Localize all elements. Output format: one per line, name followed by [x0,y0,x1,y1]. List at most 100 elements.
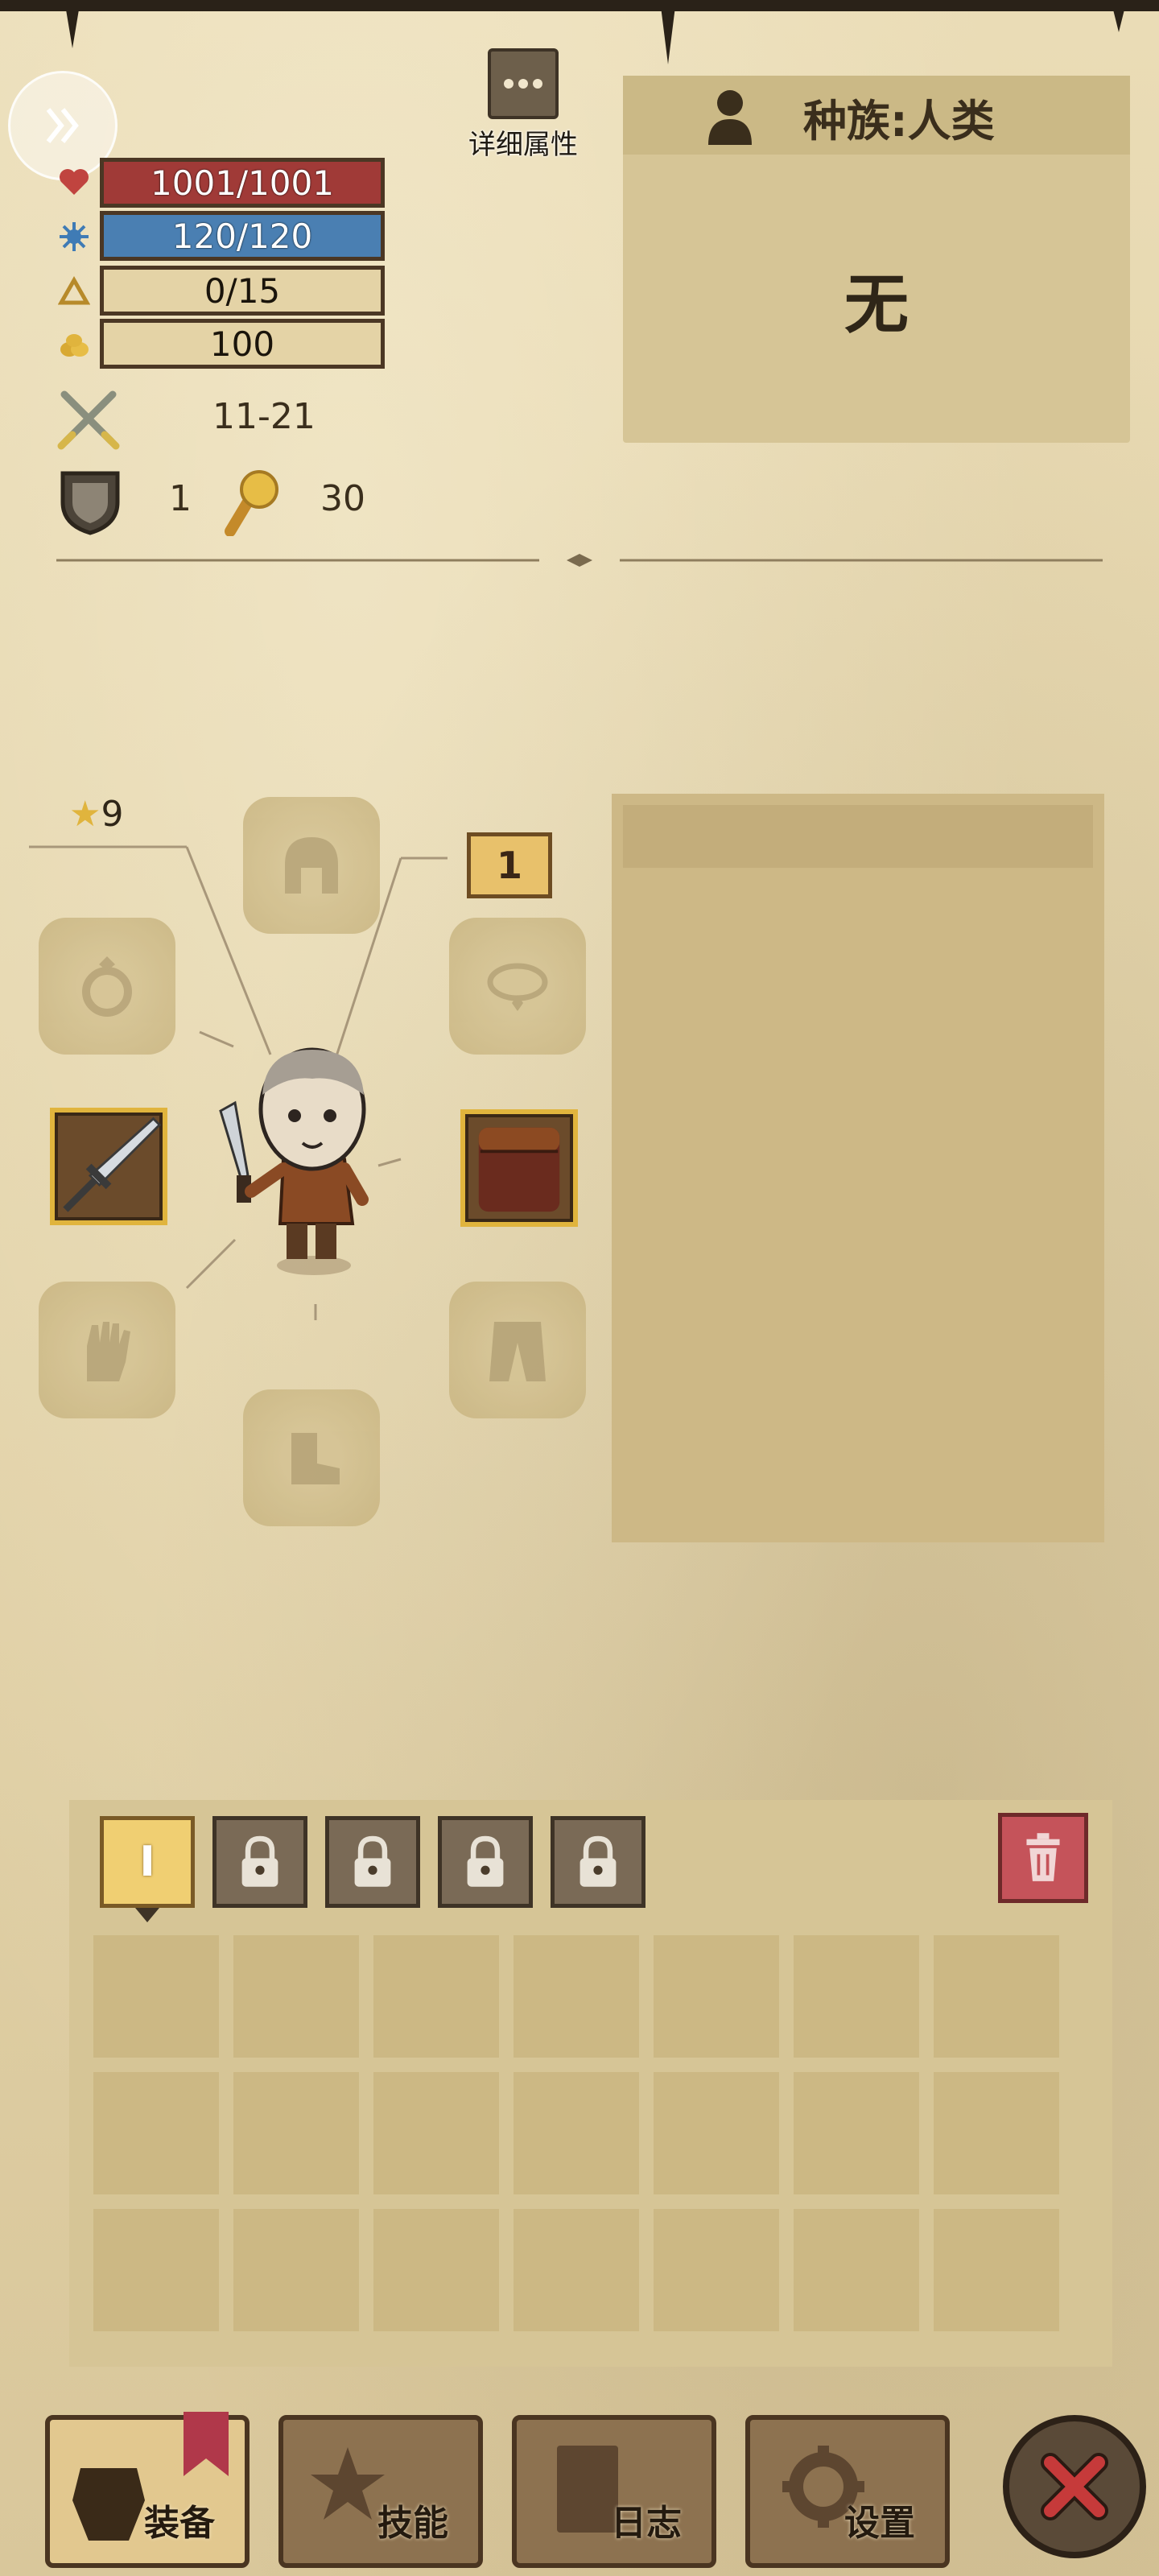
sword-icon [63,1117,162,1212]
gold-pile-icon [60,334,89,357]
active-tab-indicator-icon [135,1908,159,1922]
gloves-slot[interactable] [39,1282,175,1418]
star-icon: ★ [69,794,101,835]
mana-icon [60,222,89,251]
necklace-icon [487,963,548,1011]
hp-bar: 1001/1001 [100,158,385,208]
inventory-cell[interactable] [514,2072,639,2194]
attack-value: 11-21 [212,396,316,437]
pants-slot[interactable] [449,1282,586,1418]
inventory-cell[interactable] [654,1935,779,2058]
mp-value: 120/120 [171,216,313,256]
armor-slot[interactable] [460,1109,578,1227]
nav-log[interactable]: 日志 [512,2415,716,2568]
inventory-cell[interactable] [514,1935,639,2058]
necklace-slot[interactable] [449,918,586,1055]
race-label: 种族:人类 [803,96,995,147]
inventory-cell[interactable] [373,1935,499,2058]
inventory-cell[interactable] [654,2209,779,2331]
item-info-panel [612,794,1104,1542]
character-avatar [219,1047,369,1275]
inventory-cell[interactable] [794,2072,919,2194]
gold-bar: 100 [100,319,385,369]
bag-tab-locked-4[interactable] [438,1816,533,1908]
race-header: 种族:人类 [623,76,1130,155]
close-button[interactable] [1003,2415,1146,2558]
defense-value: 1 [169,478,192,519]
double-chevron-right-icon [46,108,79,143]
inventory-cell[interactable] [233,1935,359,2058]
inventory-cell[interactable] [934,2209,1059,2331]
inventory-cell[interactable] [934,2072,1059,2194]
top-edge [0,0,1159,11]
weapon-slot[interactable] [50,1108,167,1225]
nav-skills[interactable]: 技能 [278,2415,483,2568]
nav-skills-label: 技能 [377,2503,448,2544]
star-level: ★9 [69,794,123,835]
lock-icon [467,1835,504,1887]
detail-attributes-button[interactable]: 详细属性 [451,48,596,161]
detail-attributes-label: 详细属性 [468,129,578,161]
more-dots-icon [488,48,559,119]
close-icon [1041,2453,1108,2520]
nav-log-label: 日志 [611,2503,682,2544]
race-panel: 种族:人类 无 [623,76,1130,443]
discard-button[interactable] [998,1813,1088,1903]
inventory-cell[interactable] [93,2072,219,2194]
skill-star-icon [311,2447,385,2520]
bag-tab-locked-3[interactable] [325,1816,420,1908]
mp-bar: 120/120 [100,211,385,261]
nav-equipment[interactable]: 装备 [45,2412,250,2568]
item-info-header [623,805,1093,868]
inventory-cell[interactable] [654,2072,779,2194]
race-bonus-value: 无 [844,267,909,342]
gold-value: 100 [209,324,275,364]
helmet-slot[interactable] [243,797,380,934]
nav-settings[interactable]: 设置 [745,2415,950,2568]
bookmark-icon [184,2412,229,2476]
section-divider [56,554,1103,567]
lock-icon [580,1835,617,1887]
pants-icon [489,1322,546,1381]
inventory-cell[interactable] [93,2209,219,2331]
heart-icon [60,169,89,195]
inventory-cell[interactable] [93,1935,219,2058]
luck-value: 30 [320,478,365,519]
inventory-cell[interactable] [934,1935,1059,2058]
armor-nav-icon [72,2468,145,2541]
lock-icon [354,1835,391,1887]
inventory-cell[interactable] [373,2072,499,2194]
nav-settings-label: 设置 [844,2503,915,2544]
ring-slot[interactable] [39,918,175,1055]
ring-icon [82,956,132,1017]
trash-icon [1026,1833,1060,1881]
inventory-cell[interactable] [233,2072,359,2194]
gloves-icon [87,1322,130,1381]
inventory-cell[interactable] [373,2209,499,2331]
bag-tab-locked-2[interactable] [212,1816,307,1908]
boots-slot[interactable] [243,1389,380,1526]
xp-value: 0/15 [204,270,281,311]
inventory-cell[interactable] [794,1935,919,2058]
shield-icon [60,471,120,535]
xp-bar: 0/15 [100,266,385,316]
person-icon [708,90,752,145]
item-level-badge: 1 [467,832,552,898]
armor-icon [478,1127,560,1212]
bag-tab-1[interactable]: I [100,1816,195,1908]
star-level-value: 9 [101,794,124,835]
helmet-icon [285,837,338,894]
bag-tab-locked-5[interactable] [551,1816,645,1908]
hp-value: 1001/1001 [151,163,334,203]
inventory-cell[interactable] [233,2209,359,2331]
crossed-swords-icon [57,390,120,450]
inventory-cell[interactable] [794,2209,919,2331]
top-decoration [64,0,80,48]
top-decoration [660,0,676,64]
inventory-cell[interactable] [514,2209,639,2331]
boots-icon [291,1433,340,1484]
luck-charm-icon [225,470,278,536]
experience-triangle-icon [58,275,90,305]
bag-tab-label: I [139,1838,155,1886]
lock-icon [241,1835,278,1887]
